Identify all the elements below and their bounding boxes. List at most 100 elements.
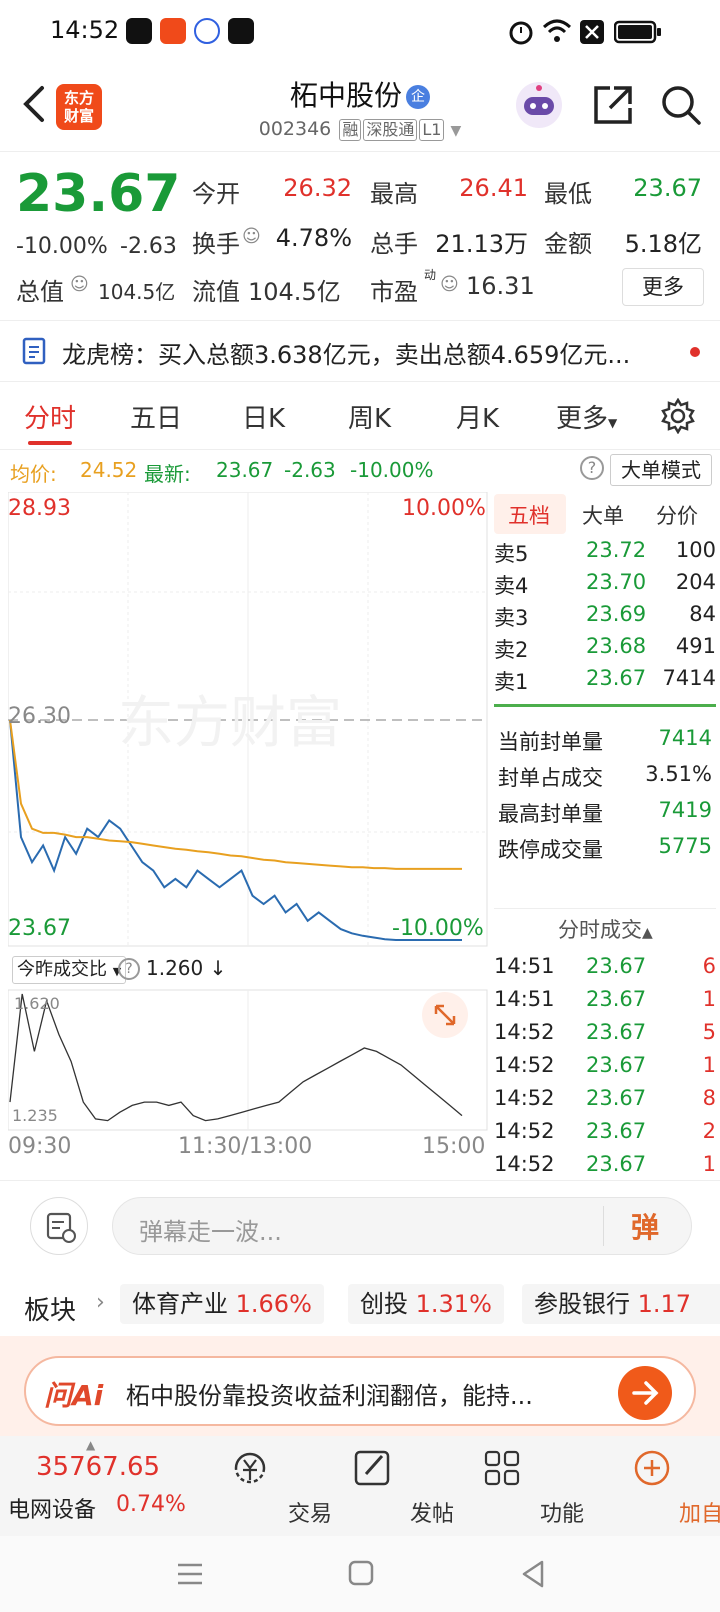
sector-chip[interactable]: 创投 1.31% <box>348 1284 504 1324</box>
sector-chip[interactable]: 参股银行 1.17 <box>522 1284 720 1324</box>
trade-volume: 1 <box>702 1152 716 1176</box>
tab-weekly-k[interactable]: 周K <box>348 398 391 435</box>
current-price: 23.67 <box>16 164 181 224</box>
share-icon[interactable] <box>592 84 634 126</box>
sector-name: 体育产业 <box>132 1290 228 1318</box>
trade-volume: 5 <box>702 1020 716 1044</box>
tag-margin: 融 <box>339 119 362 141</box>
ob-tab-big-orders[interactable]: 大单 <box>582 500 624 530</box>
status-time: 14:52 <box>50 16 120 44</box>
sector-name: 参股银行 <box>534 1290 630 1318</box>
chevron-right-icon[interactable]: › <box>96 1290 105 1315</box>
stat-label: 跌停成交量 <box>498 838 603 862</box>
dragon-tiger-text: 龙虎榜：买入总额3.638亿元，卖出总额4.659亿元... <box>62 341 631 369</box>
trade-price: 23.67 <box>586 954 647 978</box>
ob-tab-five-levels[interactable]: 五档 <box>508 500 550 530</box>
danmu-settings-button[interactable] <box>30 1197 88 1255</box>
bottom-nav: ▲ 35767.65 电网设备 0.74% 交易 发帖 功能 加自选 <box>0 1436 720 1536</box>
chart-tabs: 分时 五日 日K 周K 月K 更多▼ <box>0 384 720 450</box>
search-icon[interactable] <box>660 84 702 126</box>
dragon-tiger-bar[interactable]: 龙虎榜：买入总额3.638亿元，卖出总额4.659亿元... <box>0 320 720 382</box>
trade-row: 14:52 23.67 5 <box>494 1020 716 1052</box>
chart-canvas: 东方财富 <box>8 492 488 1131</box>
input-divider <box>603 1206 604 1246</box>
index-widget[interactable]: ▲ 35767.65 电网设备 0.74% <box>0 1436 200 1536</box>
y-top-price: 28.93 <box>8 496 71 521</box>
system-nav-bar <box>0 1536 720 1612</box>
home-square-icon[interactable] <box>348 1560 374 1586</box>
x-end-time: 15:00 <box>422 1134 486 1159</box>
caret-up-icon: ▲ <box>642 925 653 941</box>
sim-off-icon <box>580 20 604 44</box>
trade-time: 14:52 <box>494 1086 555 1110</box>
robot-assistant-icon[interactable] <box>514 80 564 130</box>
x-mid-time: 11:30/13:00 <box>178 1134 313 1159</box>
danmu-settings-icon <box>46 1212 76 1243</box>
avg-value: 24.52 <box>80 458 138 482</box>
ask-price: 23.69 <box>586 602 647 626</box>
sector-pct: 1.17 <box>637 1290 692 1318</box>
change-amount: -2.63 <box>120 234 177 259</box>
enterprise-badge: 企 <box>406 85 430 109</box>
ask-label: 卖2 <box>494 638 529 662</box>
more-button[interactable]: 更多 <box>622 268 704 306</box>
grid-apps-icon <box>484 1450 520 1486</box>
document-icon <box>22 337 46 365</box>
trade-volume: 6 <box>702 954 716 978</box>
float-label: 流值 <box>192 278 240 306</box>
pe-superscript: 动 <box>424 268 437 282</box>
danmu-bar: 弹幕走一波... 弹 <box>0 1180 720 1270</box>
info-icon[interactable]: ☺ <box>242 226 261 247</box>
float-value: 104.5亿 <box>248 278 341 306</box>
tab-daily-k[interactable]: 日K <box>242 398 285 435</box>
intraday-chart[interactable]: 东方财富 28.93 10.00% 26.30 23.67 -10.00% 今昨… <box>8 492 488 1159</box>
danmu-send-button[interactable]: 弹 <box>631 1206 659 1246</box>
ratio-top-label: 1.620 <box>14 994 60 1013</box>
trade-volume: 1 <box>702 1053 716 1077</box>
sector-label: 板块 <box>24 1296 77 1326</box>
danmu-placeholder: 弹幕走一波... <box>139 1218 282 1246</box>
ai-prompt-text: 柘中股份靠投资收益利润翻倍，能持... <box>126 1382 533 1410</box>
stat-value: 3.51% <box>645 762 712 786</box>
y-top-pct: 10.00% <box>402 496 486 521</box>
trade-volume: 1 <box>702 987 716 1011</box>
help-icon[interactable]: ? <box>580 456 604 480</box>
ask-volume: 7414 <box>662 666 716 690</box>
danmu-input[interactable]: 弹幕走一波... 弹 <box>112 1197 692 1255</box>
tab-more[interactable]: 更多▼ <box>556 398 617 435</box>
expand-button[interactable] <box>422 992 468 1038</box>
tab-intraday[interactable]: 分时 <box>24 398 76 435</box>
sector-chip[interactable]: 体育产业 1.66% <box>120 1284 324 1324</box>
info-icon-2[interactable]: ☺ <box>70 274 89 295</box>
info-icon-3[interactable]: ☺ <box>440 274 459 295</box>
ask-volume: 100 <box>675 538 716 562</box>
ask-price: 23.72 <box>586 538 647 562</box>
latest-change: -2.63 <box>284 458 336 482</box>
back-triangle-icon[interactable] <box>520 1560 546 1588</box>
y-mid-price: 26.30 <box>8 704 71 729</box>
ratio-selector[interactable]: 今昨成交比 ▼ <box>12 956 127 984</box>
section-divider <box>494 908 716 909</box>
sector-name: 创投 <box>360 1290 408 1318</box>
trade-price: 23.67 <box>586 1086 647 1110</box>
low-value: 23.67 <box>633 174 702 202</box>
nav-functions-label: 功能 <box>539 1502 584 1527</box>
ai-go-button[interactable] <box>618 1366 672 1420</box>
tab-five-day[interactable]: 五日 <box>130 398 182 435</box>
dropdown-caret-icon: ▼ <box>450 123 462 139</box>
tab-monthly-k[interactable]: 月K <box>456 398 499 435</box>
ratio-value: 1.260 ↓ <box>146 956 226 980</box>
turnover-label: 换手 <box>192 230 240 258</box>
trades-title[interactable]: 分时成交▲ <box>558 914 653 944</box>
ob-tab-price-dist[interactable]: 分价 <box>656 500 698 530</box>
ai-prompt-button[interactable]: 问Ai 柘中股份靠投资收益利润翻倍，能持... <box>24 1356 696 1426</box>
expand-icon <box>434 1004 456 1026</box>
big-order-mode-button[interactable]: 大单模式 <box>610 454 712 486</box>
help-icon-2[interactable]: ? <box>118 958 140 980</box>
menu-icon[interactable] <box>176 1562 204 1586</box>
tag-level: L1 <box>419 119 445 141</box>
ask-price: 23.70 <box>586 570 647 594</box>
gear-icon[interactable] <box>660 398 696 434</box>
nav-post-label: 发帖 <box>409 1502 454 1527</box>
trade-price: 23.67 <box>586 1020 647 1044</box>
